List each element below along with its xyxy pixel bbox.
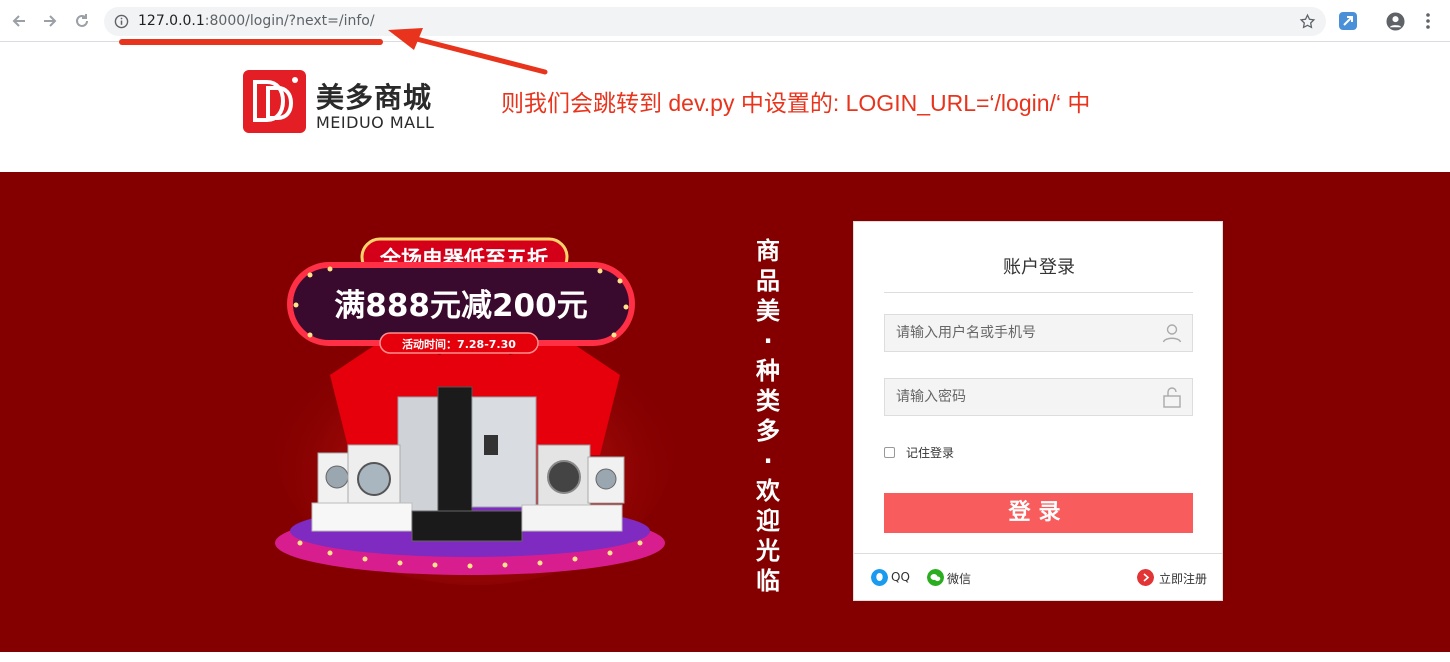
user-icon [1162, 324, 1182, 343]
ac-unit-2 [411, 510, 523, 542]
arrow-right-icon [44, 15, 57, 27]
forward-button[interactable] [41, 12, 59, 30]
annotation-text: 则我们会跳转到 dev.py 中设置的: LOGIN_URL=‘/login/‘… [501, 90, 1091, 116]
slogan-char: 多 [756, 417, 780, 445]
wechat-icon [927, 569, 944, 586]
reload-button[interactable] [73, 12, 91, 30]
ac-unit-3 [521, 504, 623, 532]
logo-icon [253, 77, 298, 122]
address-bar[interactable]: 127.0.0.1:8000/login/?next=/info/ [104, 7, 1326, 36]
slogan-char: 迎 [756, 507, 780, 535]
slogan-char: 类 [756, 387, 780, 415]
password-field[interactable] [884, 378, 1193, 416]
promo-main: 满888元减200元 [334, 288, 587, 324]
register-icon [1137, 569, 1154, 586]
url-text[interactable]: 127.0.0.1:8000/login/?next=/info/ [138, 13, 375, 29]
profile-icon[interactable] [1386, 12, 1405, 31]
slogan-char: 欢 [756, 477, 780, 505]
ac-unit-1 [311, 502, 413, 532]
vertical-slogan: 商 品 美 · 种 类 多 · 欢 迎 光 临 [752, 236, 784, 596]
browser-toolbar: 127.0.0.1:8000/login/?next=/info/ [0, 0, 1450, 42]
reload-icon [76, 14, 88, 27]
slogan-char: · [763, 447, 773, 475]
promo-image[interactable]: 全场电器低至五折 满888元减200元 活动时间：7.28-7.30 [270, 225, 680, 585]
logo-title: 美多商城 [316, 81, 433, 114]
slogan-char: 临 [756, 567, 780, 595]
wechat-label: 微信 [947, 572, 972, 586]
slogan-char: 美 [756, 297, 780, 325]
slogan-char: 种 [756, 357, 780, 385]
slogan-char: 商 [756, 237, 780, 265]
register-label: 立即注册 [1159, 572, 1208, 586]
fridge-black [437, 386, 473, 513]
logo-mark[interactable] [243, 70, 306, 133]
url-path: :8000/login/?next=/info/ [204, 13, 375, 29]
slogan-char: 光 [756, 537, 780, 565]
login-card: 账户登录 记住登录 登录 QQ 微信 立即注册 [853, 221, 1223, 601]
water-dispenser [484, 435, 498, 455]
username-input[interactable] [885, 315, 1155, 351]
qq-label: QQ [891, 570, 910, 584]
login-button[interactable]: 登录 [884, 493, 1193, 533]
username-field[interactable] [884, 314, 1193, 352]
slogan-char: 品 [756, 267, 780, 295]
hero-banner [0, 172, 1450, 652]
password-input[interactable] [885, 379, 1155, 415]
kebab-menu-icon[interactable] [1420, 12, 1436, 30]
back-button[interactable] [10, 12, 28, 30]
fridge-silver-2 [471, 396, 537, 508]
remember-label[interactable]: 记住登录 [906, 444, 954, 461]
lock-icon [1163, 387, 1181, 408]
promo-date: 活动时间：7.28-7.30 [402, 337, 516, 351]
slogan-char: · [763, 327, 773, 355]
login-footer: QQ 微信 立即注册 [854, 553, 1222, 601]
star-icon[interactable] [1299, 13, 1316, 30]
login-title: 账户登录 [1003, 257, 1075, 278]
arrow-left-icon [12, 15, 25, 27]
logo-subtitle: MEIDUO MALL [316, 113, 435, 132]
info-icon[interactable] [114, 14, 129, 29]
qq-icon [871, 569, 888, 586]
url-host: 127.0.0.1 [138, 13, 205, 29]
extension-icon[interactable] [1339, 12, 1357, 30]
fridge-silver-1 [397, 396, 441, 513]
divider [884, 292, 1193, 293]
remember-checkbox[interactable] [884, 447, 895, 458]
